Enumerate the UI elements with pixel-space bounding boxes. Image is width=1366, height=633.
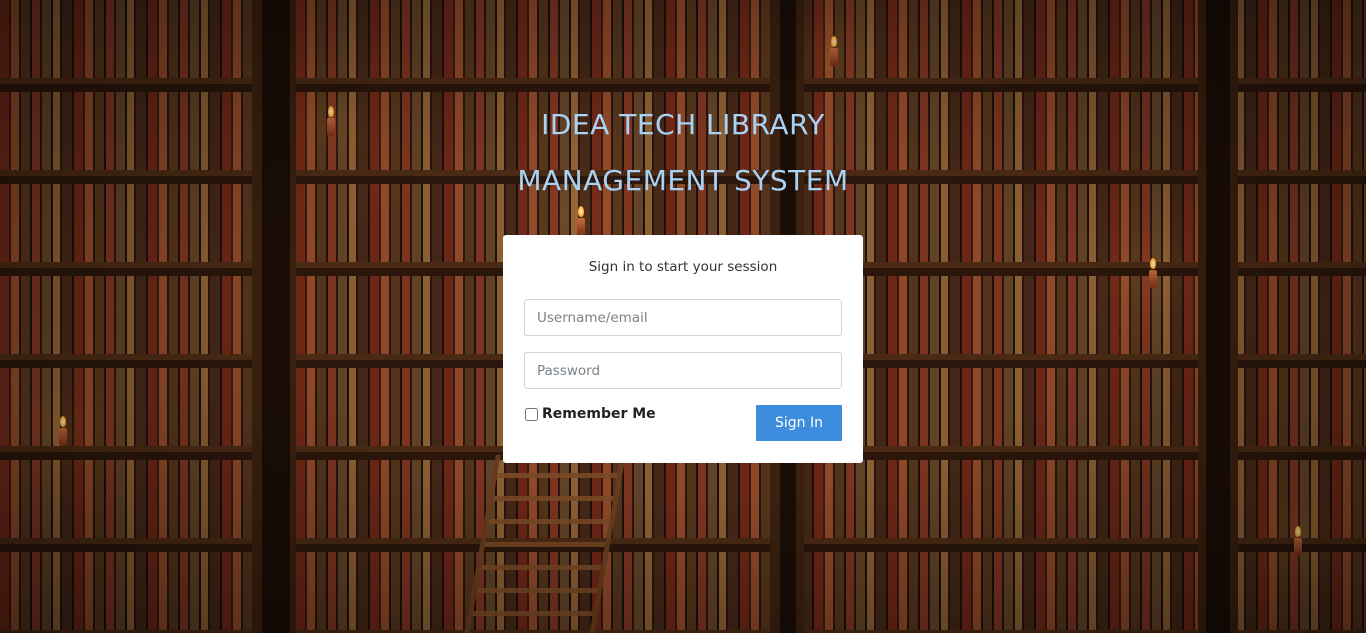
login-card: Sign in to start your session Remember M… <box>503 235 863 463</box>
page-title-line1: IDEA TECH LIBRARY <box>541 108 825 141</box>
page-title-line2: MANAGEMENT SYSTEM <box>517 164 849 197</box>
remember-me[interactable]: Remember Me <box>524 406 656 422</box>
username-input[interactable] <box>524 299 842 336</box>
remember-me-checkbox[interactable] <box>525 407 538 421</box>
sign-in-button[interactable]: Sign In <box>756 405 842 441</box>
password-input[interactable] <box>524 352 842 389</box>
remember-me-label: Remember Me <box>542 406 656 422</box>
login-message: Sign in to start your session <box>588 259 778 275</box>
